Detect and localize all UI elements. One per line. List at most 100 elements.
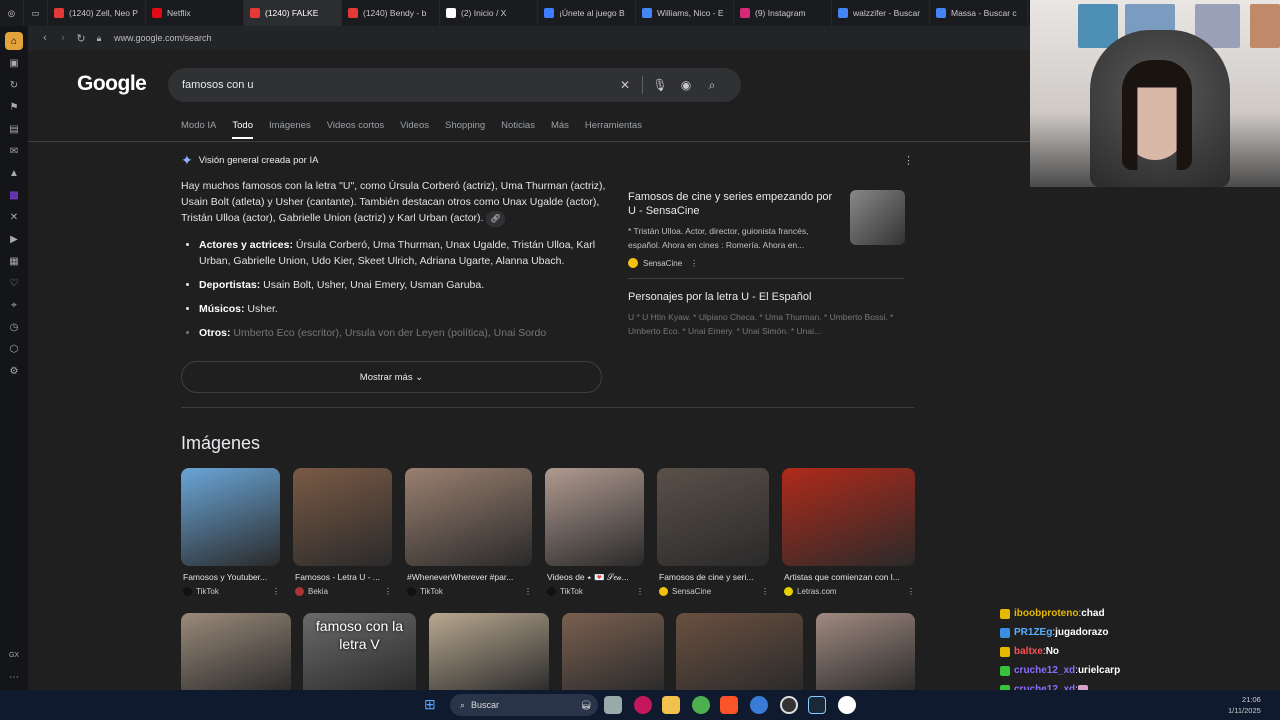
- image-caption[interactable]: Videos de ⭑ 💌 𝒮𝑒𝒶...: [547, 572, 656, 583]
- microphone-icon[interactable]: 🎙︎: [647, 72, 673, 98]
- tab-videos[interactable]: Videos: [400, 120, 429, 139]
- pin-icon[interactable]: ⌖: [5, 296, 23, 314]
- kebab-icon[interactable]: ⋮: [690, 259, 698, 268]
- app-icon[interactable]: [750, 696, 768, 714]
- clear-icon[interactable]: ✕: [612, 72, 638, 98]
- tab-noticias[interactable]: Noticias: [501, 120, 535, 139]
- image-thumbnail[interactable]: [293, 468, 392, 566]
- kebab-icon[interactable]: ⋮: [907, 587, 915, 596]
- tab-overview-icon[interactable]: ▭: [24, 0, 48, 26]
- image-source[interactable]: Bekia: [295, 587, 328, 596]
- search-icon[interactable]: ⌕: [699, 72, 725, 98]
- source-title[interactable]: Personajes por la letra U - El Español: [628, 290, 914, 304]
- obs-icon[interactable]: [780, 696, 798, 714]
- image-source[interactable]: TikTok: [547, 587, 583, 596]
- extensions-icon[interactable]: ⬡: [5, 340, 23, 358]
- more-icon[interactable]: ⋯: [5, 668, 23, 686]
- browser-menu-icon[interactable]: ◎: [0, 0, 24, 26]
- image-source[interactable]: TikTok: [407, 587, 443, 596]
- chrome-icon[interactable]: [692, 696, 710, 714]
- browser-tab[interactable]: Netflix: [146, 0, 244, 26]
- tab-modo-ia[interactable]: Modo IA: [181, 120, 216, 139]
- clock[interactable]: 21:06 1/11/2025: [1228, 694, 1261, 716]
- browser-tab[interactable]: Williams, Nico - E: [636, 0, 734, 26]
- task-view-icon[interactable]: [604, 696, 622, 714]
- image-source[interactable]: SensaCine: [659, 587, 711, 596]
- image-thumbnail[interactable]: [657, 468, 769, 566]
- source-card-elespanol[interactable]: Personajes por la letra U - El Español U…: [628, 290, 914, 338]
- url-field[interactable]: www.google.com/search: [114, 33, 212, 43]
- settings-icon[interactable]: ⚙: [5, 362, 23, 380]
- tab-imágenes[interactable]: Imágenes: [269, 120, 311, 139]
- image-caption[interactable]: Artistas que comienzan con l...: [784, 572, 927, 582]
- image-thumbnail[interactable]: [562, 613, 664, 690]
- image-thumbnail[interactable]: [782, 468, 915, 566]
- image-source[interactable]: TikTok: [183, 587, 219, 596]
- kebab-icon[interactable]: ⋮: [524, 587, 532, 596]
- taskbar-search[interactable]: ⌕ Buscar 🍔︎: [450, 694, 598, 716]
- kebab-icon[interactable]: ⋮: [636, 587, 644, 596]
- tab-más[interactable]: Más: [551, 120, 569, 139]
- link-icon[interactable]: 🔗︎: [486, 211, 505, 227]
- image-caption[interactable]: Famosos y Youtuber...: [183, 572, 292, 582]
- shop-icon[interactable]: ⚑: [5, 98, 23, 116]
- image-thumbnail[interactable]: [181, 613, 291, 690]
- tab-shopping[interactable]: Shopping: [445, 120, 485, 139]
- search-input[interactable]: [182, 79, 612, 91]
- image-source[interactable]: Letras.com: [784, 587, 837, 596]
- tab-videos-cortos[interactable]: Videos cortos: [327, 120, 384, 139]
- file-explorer-icon[interactable]: [662, 696, 680, 714]
- x-icon[interactable]: ✕: [5, 208, 23, 226]
- steam-icon[interactable]: [808, 696, 826, 714]
- app-q-icon[interactable]: [838, 696, 856, 714]
- browser-tab[interactable]: walzzifer - Buscar: [832, 0, 930, 26]
- grid-icon[interactable]: ▦: [5, 252, 23, 270]
- heart-icon[interactable]: ♡: [5, 274, 23, 292]
- image-caption[interactable]: Famosos de cine y seri...: [659, 572, 781, 582]
- source-title[interactable]: Famosos de cine y series empezando por U…: [628, 190, 833, 218]
- image-thumbnail[interactable]: [676, 613, 803, 690]
- image-caption[interactable]: Famosos - Letra U - ...: [295, 572, 404, 582]
- opera-gx-icon[interactable]: [634, 696, 652, 714]
- kebab-icon[interactable]: ⋮: [761, 587, 769, 596]
- news-icon[interactable]: ▤: [5, 120, 23, 138]
- windows-start-icon[interactable]: ⊞: [424, 696, 442, 714]
- browser-tab[interactable]: (9) Instagram: [734, 0, 832, 26]
- gaming-icon[interactable]: ▣: [5, 54, 23, 72]
- history-icon[interactable]: ◷: [5, 318, 23, 336]
- kebab-icon[interactable]: ⋮: [384, 587, 392, 596]
- kebab-menu-icon[interactable]: ⋮: [903, 154, 914, 167]
- gx-icon[interactable]: GX: [5, 646, 23, 664]
- tab-favicon-icon: [348, 8, 358, 18]
- browser-tab[interactable]: (1240) Bendy - b: [342, 0, 440, 26]
- browser-tab[interactable]: (1240) FALKE: [244, 0, 342, 26]
- twitch-icon[interactable]: ▩: [5, 186, 23, 204]
- home-icon[interactable]: ⌂: [5, 32, 23, 50]
- kebab-icon[interactable]: ⋮: [272, 587, 280, 596]
- browser-tab[interactable]: (2) Inicio / X: [440, 0, 538, 26]
- forward-icon[interactable]: ›: [54, 32, 72, 44]
- browser-tab[interactable]: ¡Únete al juego B: [538, 0, 636, 26]
- lens-icon[interactable]: ◉: [673, 72, 699, 98]
- brave-icon[interactable]: [720, 696, 738, 714]
- player-icon[interactable]: ▶: [5, 230, 23, 248]
- image-thumbnail[interactable]: [181, 468, 280, 566]
- refresh-sidebar-icon[interactable]: ↻: [5, 76, 23, 94]
- back-icon[interactable]: ‹: [36, 32, 54, 44]
- show-more-button[interactable]: Mostrar más ⌄: [181, 361, 602, 393]
- image-thumbnail[interactable]: [405, 468, 532, 566]
- image-caption[interactable]: #WheneverWherever #par...: [407, 572, 544, 582]
- source-thumbnail[interactable]: [850, 190, 905, 245]
- reload-icon[interactable]: ↻: [72, 32, 90, 45]
- arrow-icon[interactable]: ▲: [5, 164, 23, 182]
- browser-tab[interactable]: (1240) Zell, Neo P: [48, 0, 146, 26]
- image-thumbnail[interactable]: [816, 613, 915, 690]
- image-thumbnail[interactable]: [429, 613, 549, 690]
- tab-todo[interactable]: Todo: [232, 120, 253, 139]
- image-thumbnail[interactable]: [545, 468, 644, 566]
- google-logo[interactable]: Google: [77, 72, 147, 96]
- tab-herramientas[interactable]: Herramientas: [585, 120, 642, 139]
- image-thumbnail[interactable]: famoso con la letra V: [303, 613, 416, 690]
- browser-tab[interactable]: Massa - Buscar c: [930, 0, 1028, 26]
- messenger-icon[interactable]: ✉: [5, 142, 23, 160]
